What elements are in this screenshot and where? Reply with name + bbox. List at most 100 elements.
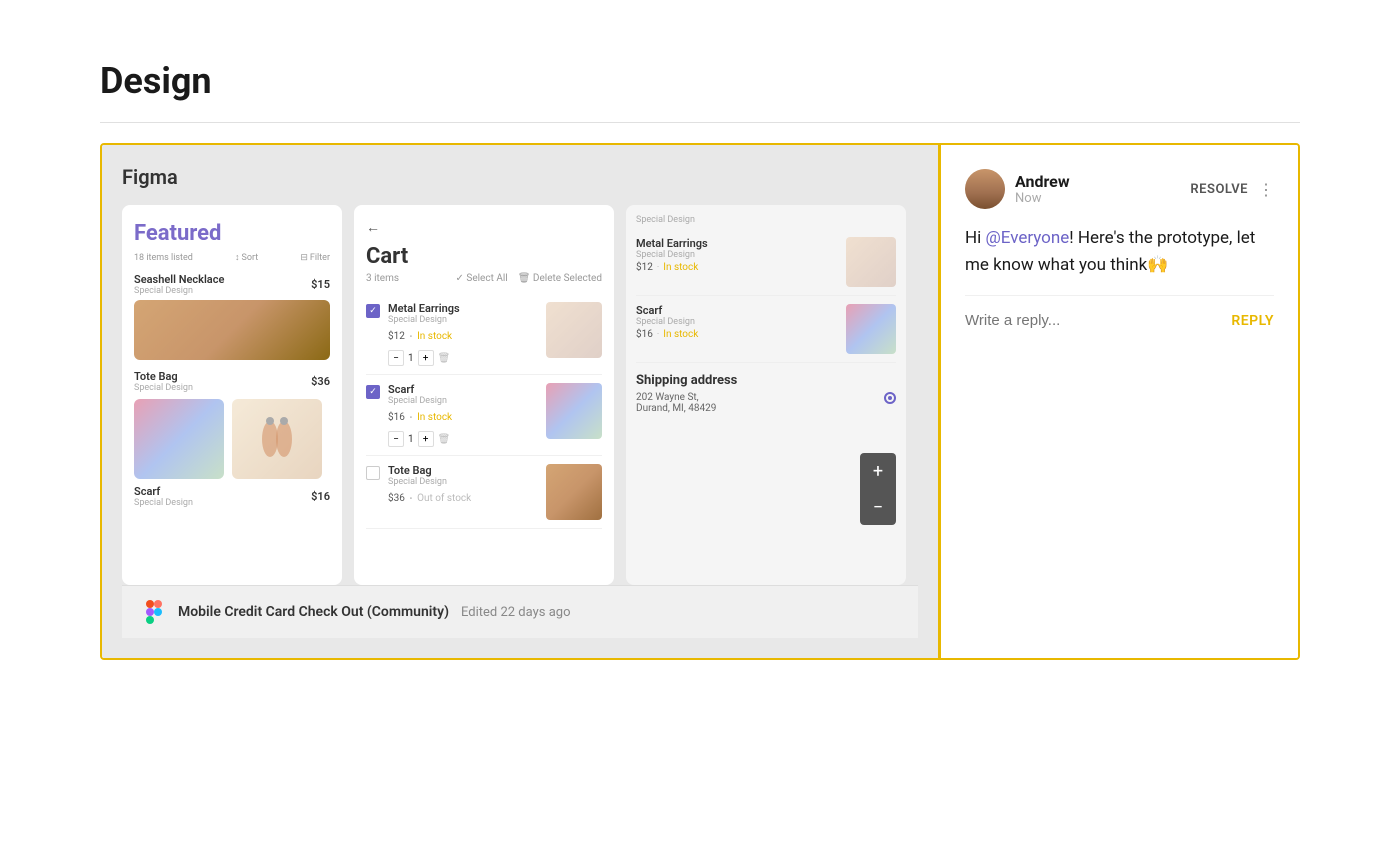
- cart-item-stock-1: In stock: [417, 331, 452, 342]
- cart-item-price-3: $36: [388, 493, 405, 504]
- cart-item-img-3: [546, 464, 602, 520]
- cart-item-name-3: Tote Bag: [388, 464, 538, 477]
- cart-title: Cart: [366, 244, 602, 269]
- product-price-2: $36: [311, 375, 330, 388]
- delete-item-2[interactable]: 🗑: [438, 434, 451, 445]
- product-name-1: Seashell Necklace: [134, 273, 305, 286]
- figma-screens-container: Featured 18 items listed ↕ Sort ⊟ Filter: [122, 205, 918, 585]
- product-name-2: Tote Bag: [134, 370, 305, 383]
- partial-item-info-2: Scarf Special Design $16 · In stock: [636, 304, 838, 340]
- qty-plus-2[interactable]: +: [418, 431, 434, 447]
- cart-item-info-3: Tote Bag Special Design $36 · Out of sto…: [388, 464, 538, 508]
- cart-item-price-row-1: $12 · In stock: [388, 327, 538, 346]
- partial-item-name-1: Metal Earrings: [636, 237, 838, 250]
- cart-item-info-2: Scarf Special Design $16 · In stock − 1 …: [388, 383, 538, 447]
- partial-item-stock-2: In stock: [663, 329, 698, 340]
- zoom-in-button[interactable]: +: [860, 453, 896, 489]
- address-line1: 202 Wayne St,: [636, 392, 716, 403]
- filter-label[interactable]: ⊟ Filter: [300, 252, 330, 263]
- page-title: Design: [100, 60, 1300, 102]
- partial-item-stock-1: In stock: [663, 262, 698, 273]
- comment-author: Andrew Now: [965, 169, 1070, 209]
- product-price-1: $15: [311, 278, 330, 291]
- product-img-tote: [134, 300, 330, 360]
- partial-item-info-1: Metal Earrings Special Design $12 · In s…: [636, 237, 838, 273]
- partial-item-sub-2: Special Design: [636, 317, 838, 327]
- screen-featured: Featured 18 items listed ↕ Sort ⊟ Filter: [122, 205, 342, 585]
- screen-cart: ← Cart 3 items ✓ Select All 🗑 Delete Sel…: [354, 205, 614, 585]
- product-info-1: Seashell Necklace Special Design: [134, 273, 311, 296]
- title-divider: [100, 122, 1300, 123]
- product-row-2: Tote Bag Special Design $36: [134, 370, 330, 393]
- qty-minus-2[interactable]: −: [388, 431, 404, 447]
- partial-item-sub-1: Special Design: [636, 250, 838, 260]
- cart-item-sub-1: Special Design: [388, 315, 538, 325]
- avatar: [965, 169, 1005, 209]
- shipping-section: Shipping address 202 Wayne St, Durand, M…: [636, 373, 896, 414]
- sort-label[interactable]: ↕ Sort: [235, 252, 258, 263]
- comment-actions: RESOLVE ⋮: [1190, 180, 1274, 199]
- partial-item-price-1: $12: [636, 262, 653, 273]
- trash-icon: 🗑: [518, 273, 531, 284]
- resolve-button[interactable]: RESOLVE: [1190, 182, 1248, 197]
- cart-item-price-1: $12: [388, 331, 405, 342]
- qty-value-1: 1: [408, 353, 414, 364]
- delete-selected-button[interactable]: 🗑 Delete Selected: [518, 273, 602, 284]
- cart-item-name-1: Metal Earrings: [388, 302, 538, 315]
- main-card: Figma Featured 18 items listed ↕ Sort ⊟ …: [100, 143, 1300, 660]
- product-images-row: [134, 399, 330, 479]
- author-name: Andrew: [1015, 172, 1070, 191]
- cart-item-stock-3: Out of stock: [417, 493, 471, 504]
- figma-label: Figma: [122, 165, 918, 189]
- cart-checkbox-1[interactable]: ✓: [366, 304, 380, 318]
- cart-item-2: ✓ Scarf Special Design $16 · In stock − …: [366, 375, 602, 456]
- comment-body: Hi @Everyone! Here's the prototype, let …: [965, 225, 1274, 279]
- comment-panel: Andrew Now RESOLVE ⋮ Hi @Everyone! Here'…: [938, 145, 1298, 658]
- partial-panel: Special Design Metal Earrings Special De…: [626, 205, 906, 585]
- figma-edited-time: Edited 22 days ago: [461, 605, 570, 620]
- figma-footer: Mobile Credit Card Check Out (Community)…: [122, 585, 918, 638]
- figma-preview: Figma Featured 18 items listed ↕ Sort ⊟ …: [102, 145, 938, 658]
- author-time: Now: [1015, 191, 1070, 206]
- product-img-scarf: [134, 399, 224, 479]
- partial-item-name-2: Scarf: [636, 304, 838, 317]
- cart-item-info-1: Metal Earrings Special Design $12 · In s…: [388, 302, 538, 366]
- featured-title: Featured: [134, 221, 330, 246]
- product-price-3: $16: [311, 490, 330, 503]
- cart-items-count: 3 items: [366, 273, 399, 284]
- delete-item-1[interactable]: 🗑: [438, 353, 451, 364]
- comment-mention: @Everyone: [985, 228, 1069, 248]
- cart-item-1: ✓ Metal Earrings Special Design $12 · In…: [366, 294, 602, 375]
- reply-button[interactable]: REPLY: [1231, 313, 1274, 329]
- cart-checkbox-3[interactable]: [366, 466, 380, 480]
- cart-item-img-2: [546, 383, 602, 439]
- more-button[interactable]: ⋮: [1258, 180, 1274, 199]
- cart-item-price-2: $16: [388, 412, 405, 423]
- product-sub-3: Special Design: [134, 498, 305, 508]
- partial-item-img-2: [846, 304, 896, 354]
- product-info-3: Scarf Special Design: [134, 485, 311, 508]
- product-info-2: Tote Bag Special Design: [134, 370, 311, 393]
- product-row-3: Scarf Special Design $16: [134, 485, 330, 508]
- product-sub-1: Special Design: [134, 286, 305, 296]
- product-name-3: Scarf: [134, 485, 305, 498]
- comment-header: Andrew Now RESOLVE ⋮: [965, 169, 1274, 209]
- author-details: Andrew Now: [1015, 172, 1070, 206]
- cart-back-button[interactable]: ←: [366, 219, 602, 236]
- screen-meta: 18 items listed ↕ Sort ⊟ Filter: [134, 252, 330, 263]
- cart-item-name-2: Scarf: [388, 383, 538, 396]
- cart-item-price-row-3: $36 · Out of stock: [388, 489, 538, 508]
- qty-plus-1[interactable]: +: [418, 350, 434, 366]
- cart-checkbox-2[interactable]: ✓: [366, 385, 380, 399]
- product-row-1: Seashell Necklace Special Design $15: [134, 273, 330, 296]
- product-img-earrings-featured: [232, 399, 322, 479]
- qty-minus-1[interactable]: −: [388, 350, 404, 366]
- address-radio[interactable]: [884, 392, 896, 404]
- partial-item-1: Metal Earrings Special Design $12 · In s…: [636, 229, 896, 296]
- zoom-out-button[interactable]: −: [860, 489, 896, 525]
- shipping-address: 202 Wayne St, Durand, MI, 48429: [636, 392, 716, 414]
- cart-item-img-1: [546, 302, 602, 358]
- zoom-controls: + −: [860, 453, 896, 525]
- reply-input[interactable]: [965, 312, 1231, 329]
- select-all-button[interactable]: ✓ Select All: [456, 273, 508, 284]
